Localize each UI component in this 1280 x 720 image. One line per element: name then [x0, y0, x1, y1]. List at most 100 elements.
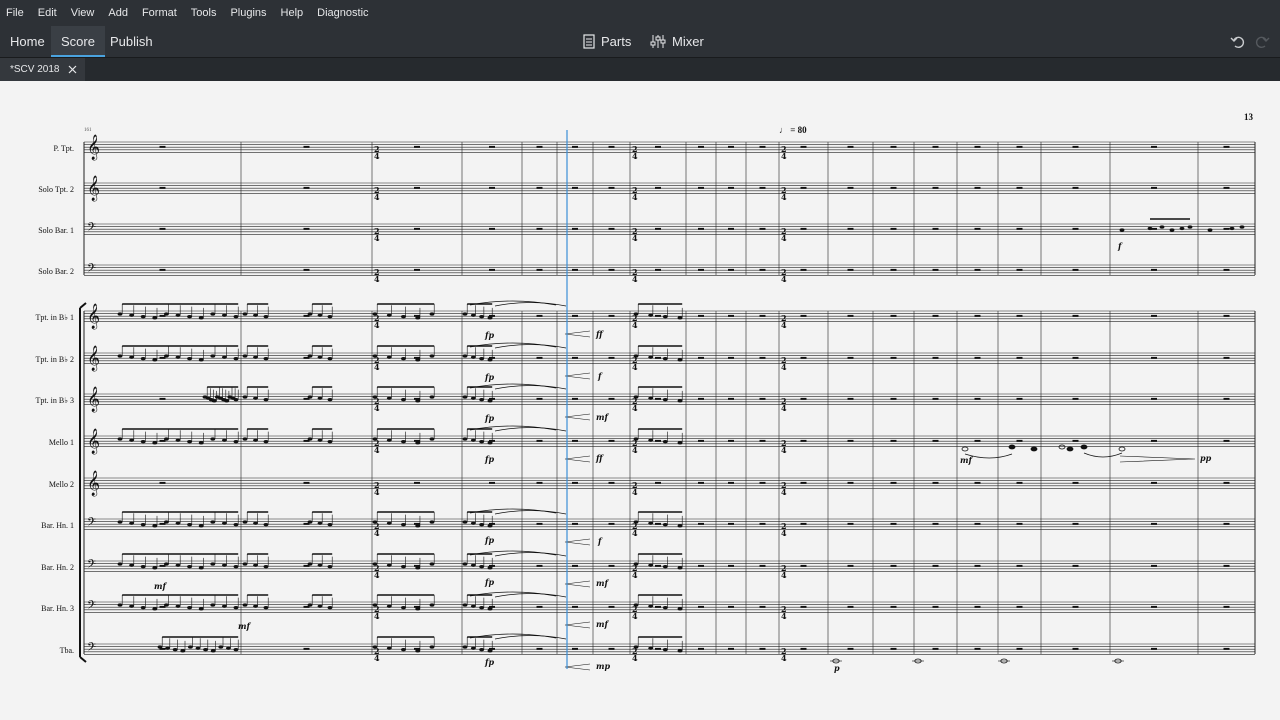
whole-rest — [698, 314, 704, 317]
note-head — [470, 438, 476, 442]
whole-rest — [698, 522, 704, 525]
bass-clef-icon: 𝄢 — [87, 221, 96, 237]
tab-score[interactable]: Score — [51, 26, 105, 57]
note-head — [317, 355, 323, 359]
menu-plugins[interactable]: Plugins — [223, 0, 273, 26]
whole-rest — [932, 439, 939, 442]
dynamic-marking: ff — [595, 453, 604, 463]
time-signature: 4 — [374, 233, 380, 243]
staff-label[interactable]: Tpt. in B♭ 2 — [4, 355, 74, 364]
note-head — [129, 355, 135, 359]
whole-rest — [890, 522, 897, 525]
note-head — [479, 648, 485, 652]
staff-label[interactable]: Tpt. in B♭ 1 — [4, 313, 74, 322]
document-tab[interactable]: *SCV 2018 — [0, 58, 86, 81]
note-head — [117, 562, 123, 566]
tie — [494, 552, 567, 557]
note-head — [1169, 228, 1175, 232]
note-head — [1119, 228, 1125, 232]
note-head — [233, 606, 239, 610]
time-signature: 4 — [374, 487, 380, 497]
mixer-button[interactable]: Mixer — [650, 26, 704, 57]
parts-button[interactable]: Parts — [583, 26, 631, 57]
whole-rest — [1072, 564, 1079, 567]
menu-format[interactable]: Format — [135, 0, 184, 26]
whole-rest — [572, 227, 578, 230]
redo-button[interactable] — [1252, 32, 1272, 52]
undo-button[interactable] — [1228, 32, 1248, 52]
menu-edit[interactable]: Edit — [31, 0, 64, 26]
note-head — [372, 603, 378, 607]
whole-rest — [1151, 481, 1157, 484]
staff-label[interactable]: Mello 1 — [4, 438, 74, 447]
whole-rest — [698, 564, 704, 567]
whole-rest — [974, 227, 981, 230]
whole-rest — [890, 481, 897, 484]
staff-label[interactable]: P. Tpt. — [4, 144, 74, 153]
note-head — [479, 440, 485, 444]
time-signature: 4 — [374, 151, 380, 161]
menu-diagnostic[interactable]: Diagnostic — [310, 0, 375, 26]
staff-label[interactable]: Mello 2 — [4, 480, 74, 489]
time-signature: 4 — [781, 653, 787, 663]
note-head — [386, 313, 392, 317]
tab-home[interactable]: Home — [0, 26, 55, 57]
whole-rest — [572, 186, 578, 189]
whole-rest — [932, 227, 939, 230]
whole-rest — [1072, 522, 1079, 525]
staff-label[interactable]: Solo Bar. 1 — [4, 226, 74, 235]
dynamic-marking: fp — [484, 330, 494, 340]
note-head — [648, 355, 654, 359]
note-head — [263, 440, 269, 444]
note-head — [164, 312, 169, 316]
bass-clef-icon: 𝄢 — [87, 558, 96, 574]
note-head — [487, 358, 493, 362]
menu-file[interactable]: File — [0, 0, 31, 26]
note-head — [429, 520, 435, 524]
whole-rest — [1223, 268, 1230, 271]
note-head — [462, 437, 468, 441]
tab-publish[interactable]: Publish — [100, 26, 163, 57]
whole-rest — [159, 227, 166, 230]
note-head — [253, 521, 258, 525]
whole-rest — [974, 439, 981, 442]
note-head — [372, 395, 378, 399]
close-icon[interactable] — [67, 65, 77, 75]
menu-tools[interactable]: Tools — [184, 0, 224, 26]
dynamic-marking: p — [834, 663, 840, 673]
menu-add[interactable]: Add — [101, 0, 135, 26]
score-page[interactable]: 𝄞 242424𝄞 242424𝄢 242424𝄢 242424𝄞 242424𝄞 2424… — [0, 81, 1280, 720]
note-head — [415, 316, 421, 320]
whole-rest — [890, 397, 897, 400]
note-head — [648, 563, 654, 567]
menu-help[interactable]: Help — [274, 0, 311, 26]
note-head — [222, 438, 227, 442]
whole-rest — [847, 268, 854, 271]
note-head — [327, 440, 333, 444]
note-head — [429, 645, 435, 649]
whole-rest — [1072, 145, 1079, 148]
staff-label[interactable]: Solo Tpt. 2 — [4, 185, 74, 194]
dynamic-marking: f — [597, 371, 603, 381]
whole-rest — [572, 481, 578, 484]
staff-label[interactable]: Tpt. in B♭ 3 — [4, 396, 74, 405]
time-signature: 4 — [632, 403, 638, 413]
note-head — [242, 520, 248, 524]
note-head — [429, 395, 435, 399]
whole-rest — [698, 227, 704, 230]
score-canvas[interactable]: 𝄞 2 4 2 4 2 4 𝄞 2 4 2 4 2 4 𝄢 2 4 2 4 2 4 𝄢 2 4 2 4 2 4 𝄞 2 4 2 4 2 4 𝄞 2 4 2 4… — [0, 81, 1280, 720]
whole-rest — [159, 481, 166, 484]
staff-label[interactable]: Solo Bar. 2 — [4, 267, 74, 276]
note-head — [327, 315, 333, 319]
note-head — [401, 357, 406, 361]
staff-label[interactable]: Bar. Hn. 2 — [4, 563, 74, 572]
document-tab-bar: *SCV 2018 — [0, 57, 1280, 81]
whole-rest — [159, 268, 166, 271]
staff-label[interactable]: Bar. Hn. 1 — [4, 521, 74, 530]
staff-label[interactable]: Bar. Hn. 3 — [4, 604, 74, 613]
menu-view[interactable]: View — [64, 0, 102, 26]
staff-label[interactable]: Tba. — [4, 646, 74, 655]
note-head — [129, 521, 135, 525]
note-head — [129, 604, 135, 608]
whole-rest — [759, 268, 766, 271]
